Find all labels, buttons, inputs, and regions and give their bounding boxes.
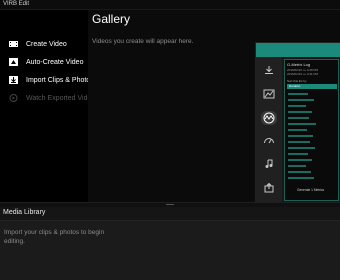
page-title: Gallery [92,12,131,26]
music-icon [265,159,273,168]
sidebar-item-label: Import Clips & Photos [26,76,94,84]
gallery-panel: Gallery Videos you create will appear he… [88,10,340,204]
title-bar: VIRB Edit [0,0,340,10]
sidebar-item-create-video[interactable]: Create Video [0,37,88,51]
preview-panel-title: G-Metrix Log [287,62,311,67]
preview-panel-row [288,141,310,143]
preview-panel-row [288,177,314,179]
import-icon [9,76,18,84]
preview-panel-button: Generate 1 Metrics [297,188,325,192]
sidebar-item-auto-create-video[interactable]: Auto-Create Video [0,55,88,69]
sidebar-item-import-clips-photos[interactable]: Import Clips & Photos [0,73,94,87]
media-library-header: Media Library [0,207,340,221]
media-library-panel: Import your clips & photos to begin edit… [0,221,340,280]
sidebar-item-watch-exported-video[interactable]: Watch Exported Video [0,91,95,105]
preview-panel-row [288,135,313,137]
share-icon [264,183,274,193]
media-library-title: Media Library [3,209,46,216]
preview-panel-row [288,171,311,173]
gallery-empty-text: Videos you create will appear here. [92,38,194,45]
preview-panel-selected-row: Duration [287,84,337,89]
app-preview-image: G-Metrix Log 2016/02/16 ••• 4:28 PM 2016… [255,42,340,204]
preview-header [256,43,340,57]
film-icon [9,41,18,47]
preview-panel-row [288,99,314,101]
preview-panel-line: Sort this list by [287,79,307,83]
chart-icon [263,89,275,99]
auto-create-icon [9,58,18,66]
preview-panel-row [288,93,308,95]
media-library-hint: Import your clips & photos to begin edit… [4,229,105,245]
preview-panel-row [288,159,312,161]
preview-panel-row [288,165,306,167]
preview-panel-selected-label: Duration [289,84,301,88]
preview-panel-row [288,129,307,131]
preview-panel-line: 2016/02/16 ••• 4:31 PM [287,72,319,76]
play-icon [9,94,18,102]
preview-panel: G-Metrix Log 2016/02/16 ••• 4:28 PM 2016… [284,59,339,201]
sidebar: Create Video Auto-Create Video Import Cl… [0,10,95,202]
sidebar-item-label: Auto-Create Video [26,58,84,66]
window-title: VIRB Edit [3,1,30,7]
preview-panel-row [288,117,309,119]
preview-panel-row [288,123,316,125]
gauge-icon [264,138,274,144]
preview-panel-row [288,153,308,155]
sidebar-item-label: Watch Exported Video [26,94,96,102]
sidebar-item-label: Create Video [26,40,67,48]
download-icon [265,66,273,74]
preview-panel-row [288,111,312,113]
metrics-icon [261,111,277,125]
preview-panel-row [288,147,315,149]
preview-icon-rail [256,57,282,203]
preview-panel-row [288,105,306,107]
